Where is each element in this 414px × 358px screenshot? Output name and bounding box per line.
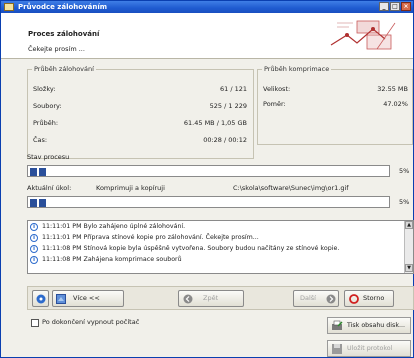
more-button[interactable]: Více <<: [52, 290, 124, 307]
log-scrollbar[interactable]: ▲ ▼: [404, 221, 413, 273]
wizard-window: Průvodce zálohováním _ □ × Proces záloho…: [0, 0, 414, 358]
progress-block: [39, 199, 46, 207]
minimize-button[interactable]: _: [379, 2, 389, 11]
window-title: Průvodce zálohováním: [18, 3, 108, 11]
page-subtitle: Čekejte prosím ...: [28, 45, 85, 53]
next-button-label: Další: [300, 294, 316, 302]
backup-progress-group: Průběh zálohování: [27, 65, 254, 159]
log-item-text: 11:11:01 PM Příprava stínové kopie pro z…: [42, 234, 259, 241]
title-bar[interactable]: Průvodce zálohováním _ □ ×: [1, 1, 413, 13]
compression-progress-legend: Průběh komprimace: [264, 65, 330, 73]
print-log-button[interactable]: Tisk obsahu disk...: [327, 317, 411, 334]
compression-ratio-label: Poměr:: [263, 100, 286, 108]
print-icon: [332, 320, 343, 330]
next-button[interactable]: Další: [293, 290, 339, 307]
backup-progress-value: 61.45 MB / 1,05 GB: [183, 119, 247, 127]
compression-ratio-value: 47.02%: [383, 100, 408, 108]
back-button[interactable]: Zpět: [178, 290, 244, 307]
compression-size-value: 32.55 MB: [377, 85, 408, 93]
back-button-label: Zpět: [203, 294, 219, 302]
close-button[interactable]: ×: [401, 2, 411, 11]
print-log-button-label: Tisk obsahu disk...: [347, 322, 405, 329]
scroll-down-icon[interactable]: ▼: [405, 264, 413, 272]
log-item-text: 11:11:01 PM Bylo zahájeno úplné zálohová…: [42, 223, 186, 230]
maximize-button[interactable]: □: [390, 2, 400, 11]
button-bar: Více << Zpět Další Storno: [27, 286, 414, 310]
backup-progress-label: Průběh:: [33, 119, 59, 127]
info-icon: [30, 234, 38, 242]
process-status-label: Stav procesu: [27, 153, 70, 161]
compression-size-label: Velikost:: [263, 85, 291, 93]
header-panel: Proces zálohování Čekejte prosím ...: [1, 13, 413, 59]
cancel-button[interactable]: Storno: [344, 290, 394, 307]
backup-progress-legend: Průběh zálohování: [34, 65, 94, 73]
stop-icon: [349, 294, 359, 304]
log-list[interactable]: 11:11:01 PM Bylo zahájeno úplné zálohová…: [27, 220, 414, 274]
info-icon: [30, 256, 38, 264]
shutdown-checkbox-label: Po dokončení vypnout počítač: [42, 318, 140, 326]
shutdown-checkbox[interactable]: [31, 319, 39, 327]
backup-time-label: Čas:: [33, 136, 48, 144]
app-icon: [4, 3, 14, 11]
help-button[interactable]: [32, 290, 49, 307]
backup-files-value: 525 / 1 229: [209, 102, 247, 110]
details-icon: [56, 294, 66, 304]
header-decoration-graphic: [330, 20, 396, 50]
progress-block: [39, 168, 46, 176]
backup-files-label: Soubory:: [33, 102, 62, 110]
current-task-progress-bar: [27, 196, 390, 208]
log-item-text: 11:11:08 PM Stínová kopie byla úspěšně v…: [42, 245, 340, 252]
backup-time-value: 00:28 / 00:12: [203, 136, 247, 144]
current-task-label: Aktuální úkol:: [27, 184, 72, 192]
backup-folders-value: 61 / 121: [220, 85, 247, 93]
more-button-label: Více <<: [73, 294, 100, 302]
current-task-percent: 5%: [399, 198, 410, 206]
backup-folders-label: Složky:: [33, 85, 56, 93]
process-status-percent: 5%: [399, 167, 410, 175]
info-icon: [30, 223, 38, 231]
current-task-path: C:\skola\software\Sunec\img\or1.gif: [233, 184, 349, 192]
save-icon: [332, 344, 342, 354]
log-item-text: 11:11:08 PM Zahájena komprimace souborů: [42, 256, 182, 263]
scroll-up-icon[interactable]: ▲: [405, 221, 413, 229]
progress-block: [30, 199, 37, 207]
page-title: Proces zálohování: [28, 30, 100, 38]
progress-block: [30, 168, 37, 176]
save-log-button-label: Uložit protokol: [347, 345, 393, 352]
next-icon: [326, 294, 336, 304]
help-icon: [36, 294, 46, 304]
back-icon: [183, 294, 193, 304]
window-controls: _ □ ×: [379, 2, 411, 11]
save-log-button[interactable]: Uložit protokol: [327, 340, 411, 357]
current-task-action: Komprimuji a kopíruji: [96, 184, 165, 192]
process-status-progress-bar: [27, 165, 390, 177]
cancel-button-label: Storno: [363, 294, 385, 302]
info-icon: [30, 245, 38, 253]
